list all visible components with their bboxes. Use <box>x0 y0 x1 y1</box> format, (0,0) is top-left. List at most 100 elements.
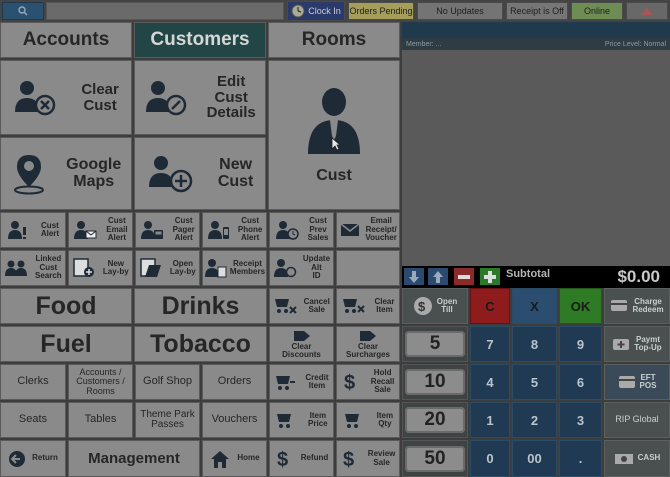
empty-slot <box>336 250 400 286</box>
ok-key-label: OK <box>570 298 591 314</box>
item-qty-button[interactable]: Item Qty <box>336 402 400 438</box>
digit-00[interactable]: 00 <box>512 440 557 477</box>
svg-text:$: $ <box>344 372 355 393</box>
clear-cust-button[interactable]: Clear Cust <box>0 60 132 135</box>
scroll-up-button[interactable] <box>428 268 448 285</box>
open-till-button[interactable]: $ Open Till <box>402 288 468 324</box>
clock-in-button[interactable]: Clock In <box>287 1 345 21</box>
category-fuel[interactable]: Fuel <box>0 326 132 362</box>
decrease-qty-button[interactable] <box>454 268 474 285</box>
open-layby-button[interactable]: Open Lay-by <box>135 250 200 286</box>
digit-4[interactable]: 4 <box>470 364 510 400</box>
google-maps-button[interactable]: Google Maps <box>0 137 132 210</box>
cust-prev-sales-button[interactable]: Cust Prev Sales <box>269 212 334 248</box>
online-status[interactable]: Online <box>571 2 623 20</box>
orders-pending-status[interactable]: Orders Pending <box>348 2 414 20</box>
category-tobacco[interactable]: Tobacco <box>134 326 267 362</box>
eft-pos-button[interactable]: EFT POS <box>604 364 670 400</box>
refund-button[interactable]: $ Refund <box>269 440 334 477</box>
update-alt-id-button[interactable]: Update Alt ID <box>269 250 334 286</box>
arrow-up-icon <box>433 270 443 283</box>
linked-people-icon <box>4 258 28 278</box>
clerks-button[interactable]: Clerks <box>0 364 66 400</box>
digit-2[interactable]: 2 <box>512 402 557 438</box>
vouchers-button[interactable]: Vouchers <box>202 402 267 438</box>
tab-customers-label: Customers <box>150 29 250 51</box>
cust-pager-alert-button[interactable]: Cust Pager Alert <box>135 212 200 248</box>
rip-global-button[interactable]: RIP Global <box>604 402 670 438</box>
cust-button[interactable]: Cust <box>268 60 400 210</box>
golf-shop-button[interactable]: Golf Shop <box>135 364 200 400</box>
digit-6-label: 6 <box>576 374 585 390</box>
edit-cust-details-button[interactable]: Edit Cust Details <box>134 60 266 135</box>
svg-text:$: $ <box>418 299 426 314</box>
home-button[interactable]: Home <box>202 440 267 477</box>
receipt-members-button[interactable]: Receipt Members <box>202 250 267 286</box>
paymt-topup-button[interactable]: Paymt Top-Up <box>604 326 670 362</box>
tab-rooms[interactable]: Rooms <box>268 22 400 58</box>
digit-8[interactable]: 8 <box>512 326 557 362</box>
tables-button[interactable]: Tables <box>68 402 133 438</box>
hold-recall-sale-button[interactable]: $ Hold Recall Sale <box>336 364 400 400</box>
clear-key[interactable]: C <box>470 288 510 324</box>
credit-item-button[interactable]: Credit Item <box>269 364 334 400</box>
receipt-members-label: Receipt Members <box>229 258 266 276</box>
cash-button[interactable]: CASH <box>604 440 670 477</box>
member-bar[interactable]: Member: ... Price Level: Normal <box>402 38 670 50</box>
tender-50[interactable]: 50 <box>402 440 468 477</box>
tender-5-label: 5 <box>405 331 465 357</box>
clock-in-label: Clock In <box>308 6 341 16</box>
cancel-key[interactable]: X <box>512 288 557 324</box>
category-food[interactable]: Food <box>0 288 132 324</box>
digit-9[interactable]: 9 <box>559 326 602 362</box>
cust-alert-button[interactable]: Cust Alert <box>0 212 66 248</box>
subtotal-label: Subtotal <box>506 268 550 280</box>
return-button[interactable]: Return <box>0 440 66 477</box>
item-price-button[interactable]: Item Price <box>269 402 334 438</box>
digit-0-label: 0 <box>486 451 494 466</box>
digit-3[interactable]: 3 <box>559 402 602 438</box>
tender-20[interactable]: 20 <box>402 402 468 438</box>
sale-header <box>402 22 670 38</box>
management-button[interactable]: Management <box>68 440 200 477</box>
tab-accounts[interactable]: Accounts <box>0 22 132 58</box>
tab-customers[interactable]: Customers <box>134 22 266 58</box>
no-updates-status[interactable]: No Updates <box>417 2 503 20</box>
linked-cust-search-button[interactable]: Linked Cust Search <box>0 250 66 286</box>
open-till-label: Open Till <box>436 296 458 314</box>
seats-button[interactable]: Seats <box>0 402 66 438</box>
exit-button[interactable] <box>626 2 668 20</box>
new-layby-button[interactable]: New Lay-by <box>68 250 133 286</box>
email-receipt-button[interactable]: Email Receipt/ Voucher <box>336 212 400 248</box>
minus-icon <box>458 274 470 279</box>
ok-key[interactable]: OK <box>559 288 602 324</box>
cust-email-alert-button[interactable]: Cust Email Alert <box>68 212 133 248</box>
clear-discounts-button[interactable]: Clear Discounts <box>269 326 334 362</box>
receipt-off-status[interactable]: Receipt is Off <box>506 2 568 20</box>
charge-redeem-button[interactable]: Charge Redeem <box>604 288 670 324</box>
cancel-sale-button[interactable]: Cancel Sale <box>269 288 334 324</box>
digit-1[interactable]: 1 <box>470 402 510 438</box>
theme-park-passes-button[interactable]: Theme Park Passes <box>135 402 200 438</box>
search-input[interactable] <box>46 2 284 20</box>
linked-cust-search-label: Linked Cust Search <box>34 254 62 281</box>
digit-5[interactable]: 5 <box>512 364 557 400</box>
clear-surcharges-button[interactable]: Clear Surcharges <box>336 326 400 362</box>
decimal-key[interactable]: . <box>559 440 602 477</box>
cust-phone-alert-button[interactable]: Cust Phone Alert <box>202 212 267 248</box>
search-button[interactable] <box>2 2 44 20</box>
digit-7[interactable]: 7 <box>470 326 510 362</box>
review-sale-button[interactable]: $ Review Sale <box>336 440 400 477</box>
new-cust-button[interactable]: New Cust <box>134 137 266 210</box>
digit-0[interactable]: 0 <box>470 440 510 477</box>
scroll-down-button[interactable] <box>404 268 424 285</box>
accounts-customers-rooms-button[interactable]: Accounts / Customers / Rooms <box>68 364 133 400</box>
tender-5[interactable]: 5 <box>402 326 468 362</box>
digit-6[interactable]: 6 <box>559 364 602 400</box>
tender-10[interactable]: 10 <box>402 364 468 400</box>
orders-button[interactable]: Orders <box>202 364 267 400</box>
category-drinks[interactable]: Drinks <box>134 288 267 324</box>
increase-qty-button[interactable] <box>480 268 500 285</box>
sale-item-list[interactable] <box>402 50 670 266</box>
clear-item-button[interactable]: Clear Item <box>336 288 400 324</box>
